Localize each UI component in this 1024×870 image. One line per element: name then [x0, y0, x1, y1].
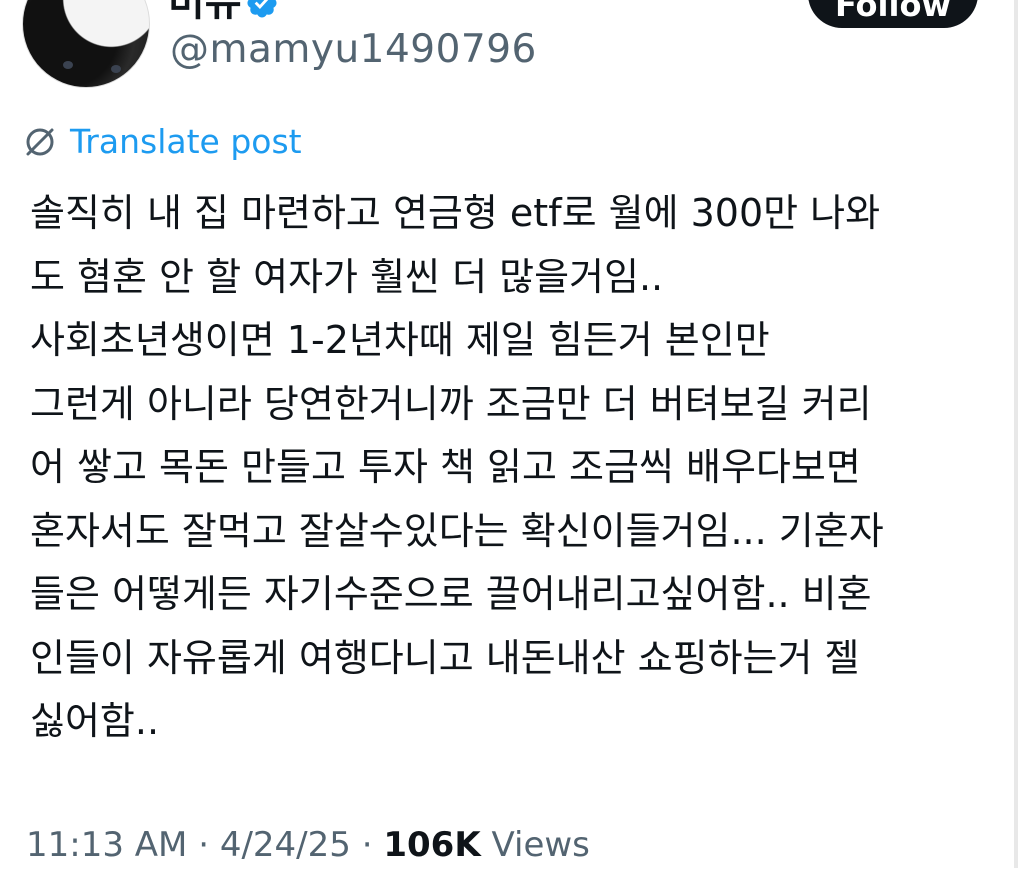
- avatar[interactable]: [22, 0, 150, 88]
- user-handle[interactable]: @mamyu1490796: [170, 26, 537, 74]
- post-line: 싫어함..: [30, 699, 160, 743]
- post-line: 들은 어떻게든 자기수준으로 끌어내리고싶어함.. 비혼: [30, 572, 872, 616]
- verified-badge-icon: [247, 0, 277, 18]
- translate-icon: [26, 128, 54, 156]
- post-date[interactable]: 4/24/25: [220, 825, 351, 865]
- post-line: 솔직히 내 집 마련하고 연금형 etf로 월에 300만 나와: [30, 191, 881, 235]
- meta-separator: ·: [187, 825, 220, 865]
- meta-separator: ·: [350, 825, 384, 865]
- post-line: 사회초년생이면 1-2년차때 제일 힘든거 본인만: [30, 318, 770, 362]
- post-time[interactable]: 11:13 AM: [26, 825, 187, 865]
- views-count[interactable]: 106K: [383, 825, 480, 865]
- post-line: 인들이 자유롭게 여행다니고 내돈내산 쇼핑하는거 젤: [30, 635, 860, 680]
- post-line: 그런게 아니라 당연한거니까 조금만 더 버텨보길 커리: [30, 381, 872, 426]
- post-line: 혼자서도 잘먹고 잘살수있다는 확신이들거임... 기혼자: [30, 508, 884, 553]
- views-label: Views: [480, 825, 590, 865]
- avatar-eye: [111, 65, 121, 73]
- translate-post-link[interactable]: Translate post: [22, 120, 302, 164]
- translate-label: Translate post: [70, 122, 302, 161]
- follow-button[interactable]: Follow: [808, 0, 978, 28]
- post-line: 어 쌓고 목돈 만들고 투자 책 읽고 조금씩 배우다보면: [30, 445, 861, 489]
- display-name[interactable]: 미유: [168, 0, 242, 26]
- post-body: 솔직히 내 집 마련하고 연금형 etf로 월에 300만 나와 도 혐혼 안 …: [30, 182, 1005, 754]
- scrollbar[interactable]: [1014, 0, 1018, 868]
- post-line: 도 혐혼 안 할 여자가 훨씬 더 많을거임..: [30, 254, 664, 299]
- avatar-eye: [63, 61, 73, 69]
- post-meta: 11:13 AM · 4/24/25 · 106K Views: [26, 820, 590, 870]
